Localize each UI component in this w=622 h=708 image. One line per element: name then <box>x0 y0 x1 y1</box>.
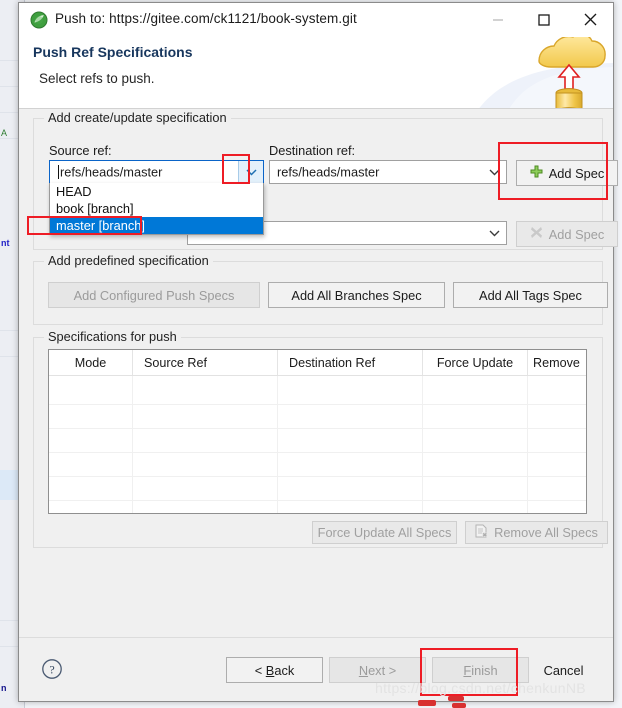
help-icon[interactable]: ? <box>41 658 63 680</box>
git-push-icon <box>30 11 48 29</box>
column-header-source-ref[interactable]: Source Ref <box>133 350 278 375</box>
table-row[interactable] <box>49 405 586 429</box>
destination-ref-combo[interactable]: refs/heads/master <box>269 160 507 184</box>
destination-ref-value: refs/heads/master <box>277 164 380 180</box>
source-ref-value: refs/heads/master <box>60 164 163 180</box>
add-spec-button[interactable]: Add Spec <box>516 160 618 186</box>
chevron-down-icon[interactable] <box>482 161 506 183</box>
dropdown-item-book[interactable]: book [branch] <box>50 200 263 217</box>
add-all-branches-spec-button[interactable]: Add All Branches Spec <box>268 282 445 308</box>
remove-all-specs-label: Remove All Specs <box>494 525 598 540</box>
dropdown-item-head[interactable]: HEAD <box>50 183 263 200</box>
add-spec-label: Add Spec <box>548 165 605 181</box>
add-all-branches-spec-label: Add All Branches Spec <box>291 287 422 303</box>
table-row[interactable] <box>49 376 586 405</box>
add-spec-label-secondary: Add Spec <box>548 226 605 242</box>
force-update-all-specs-label: Force Update All Specs <box>317 525 452 540</box>
predefined-legend: Add predefined specification <box>44 253 213 268</box>
source-ref-label: Source ref: <box>49 143 112 158</box>
back-button-label: < Back <box>254 662 295 678</box>
dialog-body: Add create/update specification Source r… <box>19 109 618 638</box>
svg-text:?: ? <box>49 663 54 677</box>
specs-legend: Specifications for push <box>44 329 181 344</box>
back-button[interactable]: < Back <box>226 657 323 683</box>
table-row[interactable] <box>49 429 586 453</box>
page-title: Push Ref Specifications <box>33 44 193 60</box>
table-row[interactable] <box>49 477 586 501</box>
text-caret <box>58 165 59 179</box>
destination-ref-label: Destination ref: <box>269 143 356 158</box>
source-ref-combo[interactable]: refs/heads/master <box>49 160 264 184</box>
cloud-upload-database-icon <box>473 37 613 109</box>
column-header-force-update[interactable]: Force Update <box>423 350 528 375</box>
table-header-row: Mode Source Ref Destination Ref Force Up… <box>49 350 586 376</box>
minimize-icon[interactable] <box>475 3 521 36</box>
create-update-legend: Add create/update specification <box>44 110 231 125</box>
green-plus-icon <box>530 165 543 181</box>
add-all-tags-spec-button[interactable]: Add All Tags Spec <box>453 282 608 308</box>
grey-x-icon <box>530 226 543 242</box>
column-header-remove[interactable]: Remove <box>528 350 585 375</box>
add-configured-push-specs-label: Add Configured Push Specs <box>73 287 235 303</box>
force-update-all-specs-button: Force Update All Specs <box>312 521 457 544</box>
remove-all-specs-button: Remove All Specs <box>465 521 608 544</box>
window-title: Push to: https://gitee.com/ck1121/book-s… <box>55 11 357 26</box>
maximize-icon[interactable] <box>521 3 567 36</box>
page-subtitle: Select refs to push. <box>39 71 155 86</box>
source-ref-dropdown[interactable]: HEAD book [branch] master [branch] <box>49 183 264 235</box>
finish-button-label: Finish <box>463 662 498 678</box>
specs-table[interactable]: Mode Source Ref Destination Ref Force Up… <box>48 349 587 514</box>
table-row[interactable] <box>49 453 586 477</box>
dropdown-item-master[interactable]: master [branch] <box>50 217 263 234</box>
add-all-tags-spec-label: Add All Tags Spec <box>479 287 582 303</box>
dialog-header: Push Ref Specifications Select refs to p… <box>19 37 613 109</box>
next-button-label: Next > <box>358 662 397 678</box>
table-row[interactable] <box>49 501 586 513</box>
add-spec-button-secondary: Add Spec <box>516 221 618 247</box>
cancel-button-label: Cancel <box>543 662 584 678</box>
watermark-text: https://blog.csdn.net/chenkunNB <box>375 680 586 696</box>
add-configured-push-specs-button: Add Configured Push Specs <box>48 282 260 308</box>
title-bar: Push to: https://gitee.com/ck1121/book-s… <box>19 3 613 37</box>
remove-doc-icon <box>475 524 488 541</box>
column-header-mode[interactable]: Mode <box>49 350 133 375</box>
push-dialog: Push to: https://gitee.com/ck1121/book-s… <box>18 2 618 702</box>
column-header-destination-ref[interactable]: Destination Ref <box>278 350 423 375</box>
chevron-down-icon[interactable] <box>238 161 263 183</box>
close-icon[interactable] <box>567 3 613 36</box>
chevron-down-icon[interactable] <box>482 222 506 244</box>
